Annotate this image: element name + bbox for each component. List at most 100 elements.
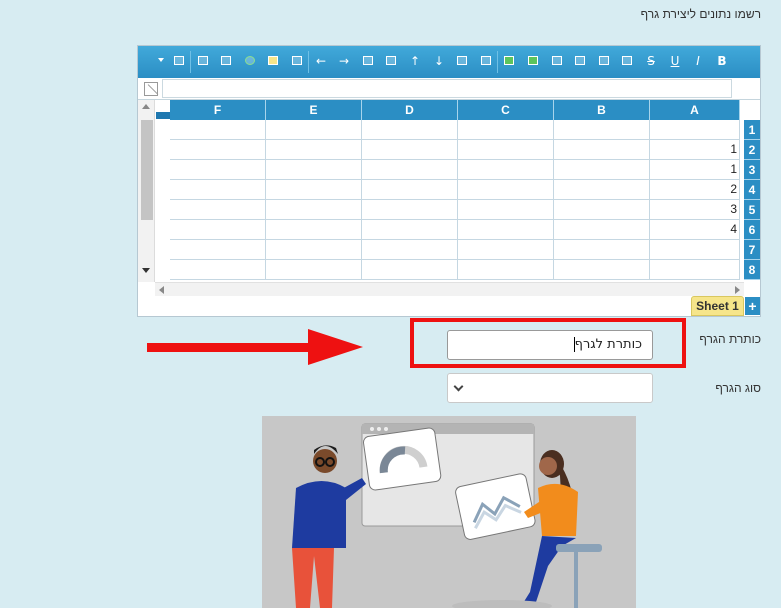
align-center-icon[interactable] xyxy=(595,52,613,70)
column-header-f[interactable]: F xyxy=(170,100,266,120)
add-sheet-button[interactable]: + xyxy=(745,297,760,315)
cell-c2[interactable] xyxy=(458,140,554,160)
arrow-up-icon[interactable]: ↑ xyxy=(406,52,424,70)
cell-b8[interactable] xyxy=(554,260,650,280)
column-header-b[interactable]: B xyxy=(554,100,650,120)
cell-e6[interactable] xyxy=(266,220,362,240)
row-header-2[interactable]: 2 xyxy=(744,140,760,160)
cell-d1[interactable] xyxy=(362,120,458,140)
underline-icon[interactable]: U xyxy=(666,52,684,70)
cell-e8[interactable] xyxy=(266,260,362,280)
arrow-down-icon[interactable]: ↓ xyxy=(430,52,448,70)
align-left-icon[interactable] xyxy=(618,52,636,70)
cell-b4[interactable] xyxy=(554,180,650,200)
bank-icon[interactable] xyxy=(217,52,235,70)
cell-a4[interactable]: 2 xyxy=(650,180,740,200)
cell-e2[interactable] xyxy=(266,140,362,160)
row-header-7[interactable]: 7 xyxy=(744,240,760,260)
clear-format-icon[interactable] xyxy=(288,52,306,70)
row-header-4[interactable]: 4 xyxy=(744,180,760,200)
arrow-left-icon[interactable]: ← xyxy=(312,52,330,70)
italic-icon[interactable]: I xyxy=(689,52,707,70)
cell-d4[interactable] xyxy=(362,180,458,200)
sort-asc-icon[interactable] xyxy=(359,52,377,70)
column-header-e[interactable]: E xyxy=(266,100,362,120)
cell-f6[interactable] xyxy=(170,220,266,240)
scroll-right-icon[interactable] xyxy=(735,286,740,294)
cell-a8[interactable] xyxy=(650,260,740,280)
select-all-corner[interactable] xyxy=(156,112,170,119)
cell-c6[interactable] xyxy=(458,220,554,240)
cell-c8[interactable] xyxy=(458,260,554,280)
vertical-scrollbar[interactable] xyxy=(138,100,155,282)
cell-a3[interactable]: 1 xyxy=(650,160,740,180)
cell-f7[interactable] xyxy=(170,240,266,260)
align-top-icon[interactable] xyxy=(548,52,566,70)
cell-b5[interactable] xyxy=(554,200,650,220)
sort-desc-icon[interactable] xyxy=(382,52,400,70)
cell-e7[interactable] xyxy=(266,240,362,260)
cell-a5[interactable]: 3 xyxy=(650,200,740,220)
row-header-8[interactable]: 8 xyxy=(744,260,760,280)
chart-type-select[interactable] xyxy=(447,373,653,403)
cell-d6[interactable] xyxy=(362,220,458,240)
scroll-up-icon[interactable] xyxy=(142,104,150,109)
cell-e4[interactable] xyxy=(266,180,362,200)
cell-f1[interactable] xyxy=(170,120,266,140)
cell-b2[interactable] xyxy=(554,140,650,160)
cell-f5[interactable] xyxy=(170,200,266,220)
sheet-tab[interactable]: Sheet 1 xyxy=(691,296,744,316)
align-right-icon[interactable] xyxy=(571,52,589,70)
strikethrough-icon[interactable]: S xyxy=(642,52,660,70)
cell-d2[interactable] xyxy=(362,140,458,160)
cell-c7[interactable] xyxy=(458,240,554,260)
cell-d7[interactable] xyxy=(362,240,458,260)
row-header-1[interactable]: 1 xyxy=(744,120,760,140)
cell-d8[interactable] xyxy=(362,260,458,280)
chart-icon[interactable] xyxy=(170,52,188,70)
columns-icon[interactable] xyxy=(453,52,471,70)
cell-f3[interactable] xyxy=(170,160,266,180)
column-header-a[interactable]: A xyxy=(650,100,740,120)
column-header-c[interactable]: C xyxy=(458,100,554,120)
bold-icon[interactable]: B xyxy=(713,52,731,70)
cell-f4[interactable] xyxy=(170,180,266,200)
formula-input[interactable] xyxy=(162,79,732,98)
chart-title-input[interactable]: כותרת לגרף xyxy=(447,330,653,360)
scroll-down-icon[interactable] xyxy=(142,268,150,273)
cell-a7[interactable] xyxy=(650,240,740,260)
cell-a1[interactable] xyxy=(650,120,740,140)
cell-b1[interactable] xyxy=(554,120,650,140)
cell-e3[interactable] xyxy=(266,160,362,180)
cell-c1[interactable] xyxy=(458,120,554,140)
cell-d3[interactable] xyxy=(362,160,458,180)
cell-f2[interactable] xyxy=(170,140,266,160)
chart-dropdown-icon[interactable] xyxy=(158,58,164,62)
row-header-3[interactable]: 3 xyxy=(744,160,760,180)
cell-f8[interactable] xyxy=(170,260,266,280)
cell-b6[interactable] xyxy=(554,220,650,240)
rows-icon[interactable] xyxy=(477,52,495,70)
note-icon[interactable] xyxy=(264,52,282,70)
cell-c3[interactable] xyxy=(458,160,554,180)
row-header-6[interactable]: 6 xyxy=(744,220,760,240)
cell-a2[interactable]: 1 xyxy=(650,140,740,160)
cell-a6[interactable]: 4 xyxy=(650,220,740,240)
table-icon[interactable] xyxy=(500,52,518,70)
recycle-icon[interactable] xyxy=(241,52,259,70)
arrow-right-icon[interactable]: → xyxy=(335,52,353,70)
cell-c4[interactable] xyxy=(458,180,554,200)
scroll-thumb[interactable] xyxy=(141,120,153,220)
cell-c5[interactable] xyxy=(458,200,554,220)
cell-e5[interactable] xyxy=(266,200,362,220)
row-header-5[interactable]: 5 xyxy=(744,200,760,220)
table-alt-icon[interactable] xyxy=(524,52,542,70)
cell-b3[interactable] xyxy=(554,160,650,180)
column-header-d[interactable]: D xyxy=(362,100,458,120)
cell-e1[interactable] xyxy=(266,120,362,140)
cell-d5[interactable] xyxy=(362,200,458,220)
scroll-left-icon[interactable] xyxy=(159,286,164,294)
cell-b7[interactable] xyxy=(554,240,650,260)
fit-icon[interactable] xyxy=(194,52,212,70)
horizontal-scrollbar[interactable] xyxy=(155,282,744,296)
